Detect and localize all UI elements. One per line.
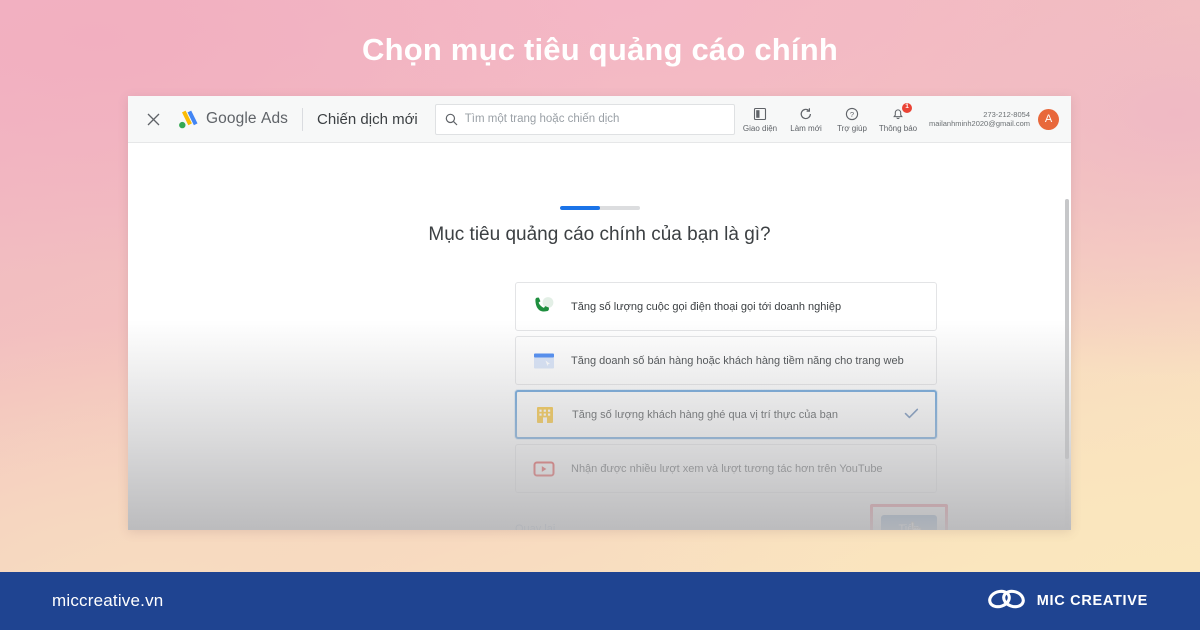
- goal-option-youtube[interactable]: Nhận được nhiều lượt xem và lượt tương t…: [515, 444, 937, 493]
- goal-option-website[interactable]: Tăng doanh số bán hàng hoặc khách hàng t…: [515, 336, 937, 385]
- app-header: Google Ads Chiến dịch mới Tìm một trang …: [128, 96, 1071, 143]
- tool-help-label: Trợ giúp: [837, 123, 867, 133]
- header-divider: [302, 107, 304, 131]
- wizard-body: Mục tiêu quảng cáo chính của bạn là gì? …: [128, 143, 1071, 530]
- tool-notifications-label: Thông báo: [878, 123, 918, 133]
- svg-text:?: ?: [850, 110, 854, 119]
- wizard-question: Mục tiêu quảng cáo chính của bạn là gì?: [428, 224, 771, 245]
- website-icon: [531, 349, 557, 373]
- check-icon: [904, 407, 919, 423]
- tool-appearance-label: Giao diện: [742, 123, 778, 133]
- search-placeholder: Tìm một trang hoặc chiến dịch: [464, 113, 620, 125]
- notification-badge: 1: [902, 102, 912, 113]
- appearance-icon: [753, 106, 767, 121]
- goal-option-label: Nhận được nhiều lượt xem và lượt tương t…: [571, 462, 883, 475]
- next-button[interactable]: Tiếp: [881, 515, 937, 530]
- store-icon: [532, 403, 558, 427]
- wizard-footer: Quay lại Tiếp: [515, 504, 948, 531]
- goal-option-store-visits[interactable]: Tăng số lượng khách hàng ghé qua vị trí …: [515, 390, 937, 439]
- wizard-progress-bar: [559, 206, 640, 210]
- back-link[interactable]: Quay lại: [515, 523, 555, 531]
- website-label: miccreative.vn: [52, 591, 164, 610]
- bottom-bar: miccreative.vn MIC CREATIVE: [0, 572, 1200, 630]
- page-title: Chọn mục tiêu quảng cáo chính: [362, 32, 838, 67]
- tool-refresh[interactable]: Làm mới: [783, 106, 829, 133]
- next-button-wrapper: Tiếp: [870, 504, 948, 530]
- account-id: 273-212-8054: [983, 109, 1030, 119]
- search-input[interactable]: Tìm một trang hoặc chiến dịch: [434, 103, 735, 135]
- account-info: 273-212-8054 mailanhminh2020@gmail.com: [929, 110, 1030, 129]
- help-icon: ?: [845, 106, 859, 121]
- mic-infinity-logo-icon: [987, 586, 1027, 617]
- google-ads-logo-icon: [178, 109, 199, 129]
- brand-ads: Ads: [261, 110, 289, 127]
- scrollbar-thumb[interactable]: [1065, 199, 1069, 459]
- google-ads-brand: Google Ads: [178, 109, 288, 129]
- tool-appearance[interactable]: Giao diện: [737, 106, 783, 133]
- mic-creative-label: MIC CREATIVE: [1036, 593, 1148, 609]
- goal-option-label: Tăng số lượng khách hàng ghé qua vị trí …: [572, 408, 838, 421]
- brand-label: Google Ads: [206, 110, 288, 128]
- goal-option-calls[interactable]: Tăng số lượng cuộc gọi điện thoại gọi tớ…: [515, 282, 937, 331]
- google-ads-window: Google Ads Chiến dịch mới Tìm một trang …: [128, 96, 1071, 530]
- goal-option-label: Tăng số lượng cuộc gọi điện thoại gọi tớ…: [571, 300, 842, 313]
- phone-call-icon: [531, 295, 557, 319]
- youtube-icon: [531, 457, 557, 481]
- tool-notifications[interactable]: 1 Thông báo: [875, 102, 921, 133]
- close-icon[interactable]: [142, 108, 164, 130]
- account-email: mailanhminh2020@gmail.com: [929, 119, 1030, 128]
- header-tools: Giao diện Làm mới ? Trợ giúp 1 Thông báo…: [737, 102, 1063, 133]
- campaign-title: Chiến dịch mới: [317, 110, 418, 128]
- avatar[interactable]: A: [1038, 108, 1059, 130]
- goal-options-list: Tăng số lượng cuộc gọi điện thoại gọi tớ…: [515, 282, 937, 498]
- tool-help[interactable]: ? Trợ giúp: [829, 106, 875, 133]
- mic-creative-brand: MIC CREATIVE: [987, 586, 1148, 617]
- vertical-scrollbar[interactable]: [1065, 199, 1069, 529]
- brand-google: Google: [206, 110, 257, 127]
- tool-refresh-label: Làm mới: [790, 123, 822, 133]
- search-icon: [445, 113, 458, 126]
- refresh-icon: [799, 106, 813, 121]
- goal-option-label: Tăng doanh số bán hàng hoặc khách hàng t…: [571, 354, 904, 367]
- wizard-progress-fill: [559, 206, 600, 210]
